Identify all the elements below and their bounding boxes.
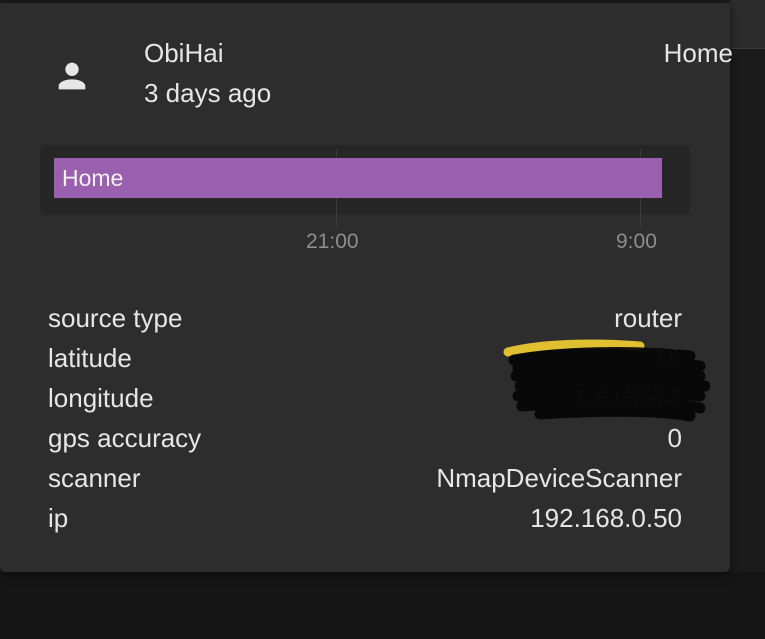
attribute-value: 0 <box>667 423 682 453</box>
last-changed-time: 3 days ago <box>144 78 272 108</box>
attribute-key: gps accuracy <box>48 423 202 453</box>
attribute-value: router <box>614 303 682 333</box>
attribute-row-source-type: source type router <box>48 303 682 343</box>
attribute-key: latitude <box>48 343 132 373</box>
background-footer <box>0 572 765 639</box>
entity-name[interactable]: ObiHai <box>144 38 223 69</box>
attribute-row-ip: ip 192.168.0.50 <box>48 503 682 543</box>
attribute-value: -1.515574 <box>564 383 682 413</box>
background-panel <box>730 0 765 49</box>
timeline-state-bar[interactable] <box>54 158 662 198</box>
entity-state: Home <box>663 38 733 68</box>
person-icon <box>58 62 86 90</box>
attribute-row-latitude: latitude 16 <box>48 343 682 383</box>
attribute-key: longitude <box>48 383 154 413</box>
timeline-tick-label: 9:00 <box>616 230 657 253</box>
timeline-bar-label: Home <box>62 165 124 191</box>
attribute-key: source type <box>48 303 183 333</box>
attribute-row-scanner: scanner NmapDeviceScanner <box>48 463 682 503</box>
attribute-key: ip <box>48 503 69 533</box>
attribute-value: NmapDeviceScanner <box>436 463 682 493</box>
attribute-row-gps-accuracy: gps accuracy 0 <box>48 423 682 463</box>
timeline-tick-label: 21:00 <box>306 230 359 253</box>
attribute-value: 192.168.0.50 <box>530 503 682 533</box>
attribute-row-longitude: longitude -1.515574 <box>48 383 682 423</box>
attribute-value: 16 <box>653 343 682 373</box>
attribute-key: scanner <box>48 463 141 493</box>
